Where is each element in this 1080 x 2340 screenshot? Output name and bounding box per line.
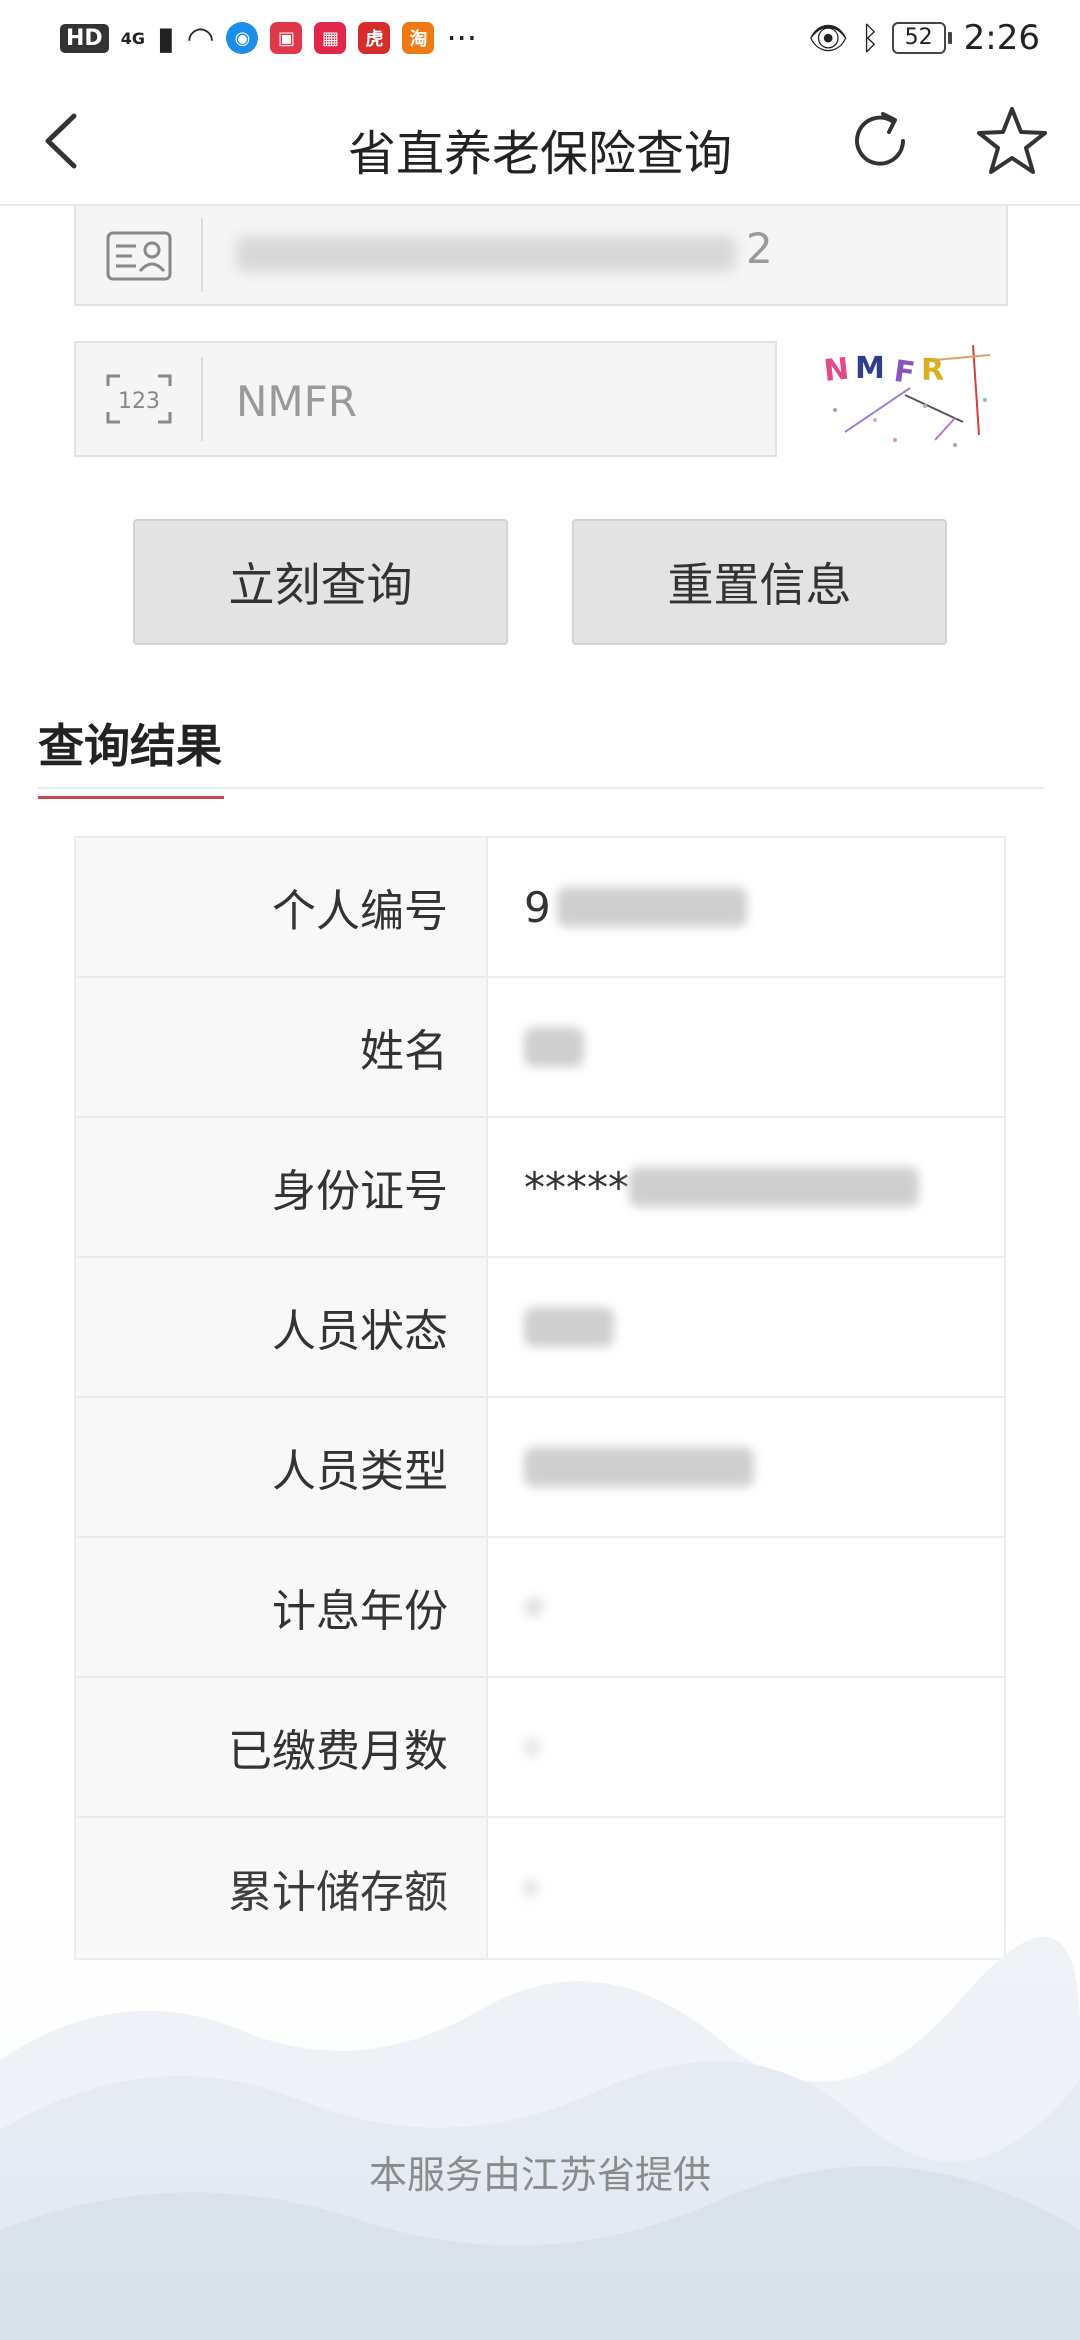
captcha-image[interactable]: N M F R	[815, 340, 1005, 460]
row-label: 姓名	[76, 978, 488, 1116]
divider	[38, 787, 1044, 789]
svg-text:123: 123	[118, 389, 160, 414]
id-value-tail: 2	[746, 224, 773, 273]
results-title-underline	[38, 796, 224, 799]
battery-level: 52	[891, 22, 946, 54]
row-value	[488, 978, 1004, 1116]
id-value-masked	[236, 236, 736, 272]
taobao-app-icon: 淘	[402, 22, 435, 54]
bluetooth-icon: ᛒ	[860, 19, 880, 57]
verification-code-field[interactable]: 123 NMFR	[74, 341, 777, 457]
svg-text:M: M	[855, 351, 885, 386]
row-value: 9	[488, 838, 1004, 976]
svg-text:F: F	[892, 354, 917, 392]
wifi-icon: ◠	[186, 19, 215, 57]
row-label: 计息年份	[76, 1538, 488, 1676]
mountain-background	[0, 1800, 1080, 2340]
battery-icon: 52	[891, 22, 952, 54]
row-label: 人员类型	[76, 1398, 488, 1536]
row-label: 个人编号	[76, 838, 488, 976]
table-row: 已缴费月数	[76, 1678, 1004, 1818]
signal-bars-icon: ▮	[156, 19, 175, 57]
row-value	[488, 1538, 1004, 1676]
table-row: 姓名	[76, 978, 1004, 1118]
number-icon: 123	[104, 371, 174, 427]
results-table: 个人编号 9 姓名 身份证号 ***** 人员状态 人员类型 计息年份 已缴费月…	[74, 836, 1006, 1960]
hd-badge: HD	[60, 23, 109, 53]
row-value: *****	[488, 1118, 1004, 1256]
svg-text:N: N	[822, 352, 851, 389]
more-notifications-icon: ···	[446, 19, 477, 57]
row-label: 身份证号	[76, 1118, 488, 1256]
eye-icon: 👁	[807, 19, 849, 57]
app-header: 省直养老保险查询	[0, 76, 1080, 206]
table-row: 计息年份	[76, 1538, 1004, 1678]
row-value	[488, 1398, 1004, 1536]
signal-icon: 4G	[120, 28, 145, 48]
id-card-icon	[104, 228, 174, 284]
status-bar: HD 4G ▮ ◠ ◉ ▣ ▦ 虎 淘 ··· 👁 ᛒ 52 2:26	[0, 0, 1080, 76]
huya-app-icon: 虎	[358, 22, 391, 54]
row-label: 人员状态	[76, 1258, 488, 1396]
table-row: 个人编号 9	[76, 838, 1004, 978]
page-title: 省直养老保险查询	[347, 126, 732, 182]
id-number-field[interactable]: 2	[74, 206, 1008, 306]
row-value	[488, 1258, 1004, 1396]
table-row: 身份证号 *****	[76, 1118, 1004, 1258]
footer-text: 本服务由江苏省提供	[368, 2153, 711, 2197]
reset-button[interactable]: 重置信息	[572, 519, 947, 645]
star-icon	[977, 107, 1047, 174]
query-button[interactable]: 立刻查询	[133, 519, 508, 645]
results-title: 查询结果	[38, 719, 222, 773]
row-label: 已缴费月数	[76, 1678, 488, 1816]
table-row: 人员状态	[76, 1258, 1004, 1398]
clock: 2:26	[963, 18, 1040, 58]
status-bar-right: 👁 ᛒ 52 2:26	[808, 18, 1040, 58]
table-row: 人员类型	[76, 1398, 1004, 1538]
status-bar-left: HD 4G ▮ ◠ ◉ ▣ ▦ 虎 淘 ···	[60, 19, 477, 57]
svg-text:R: R	[921, 353, 944, 388]
verification-code-value: NMFR	[236, 377, 357, 426]
reader-app-icon: ▣	[270, 22, 303, 54]
row-value	[488, 1678, 1004, 1816]
shop-app-icon: ▦	[314, 22, 347, 54]
refresh-button[interactable]	[845, 106, 915, 176]
favorite-button[interactable]	[975, 104, 1049, 178]
refresh-icon	[855, 112, 905, 166]
browser-app-icon: ◉	[226, 22, 259, 54]
